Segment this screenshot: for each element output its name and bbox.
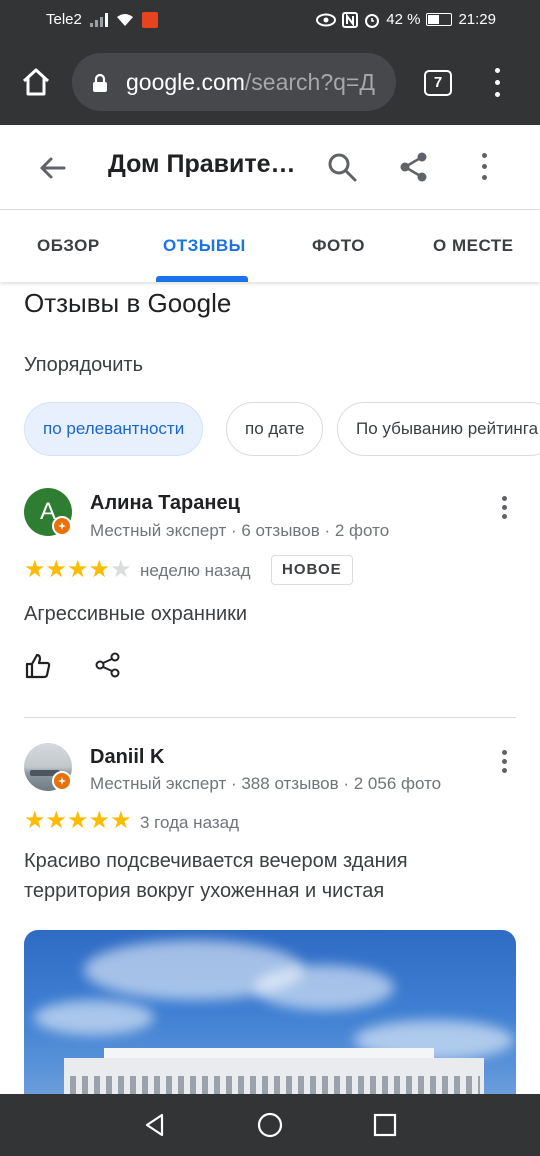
building-windows bbox=[70, 1076, 480, 1094]
tab-switcher-button[interactable]: 7 bbox=[424, 70, 452, 96]
page-title: Дом Правите… bbox=[108, 150, 296, 178]
status-bar: Tele2 42 % 21:29 bbox=[0, 0, 540, 40]
share-icon[interactable] bbox=[95, 652, 121, 678]
system-nav-bar bbox=[0, 1094, 540, 1156]
reviewer-meta: Местный эксперт · 6 отзывов · 2 фото bbox=[90, 521, 390, 540]
notification-icon bbox=[141, 11, 158, 28]
sort-label: Упорядочить bbox=[24, 354, 144, 376]
review-text: Агрессивные охранники bbox=[24, 603, 248, 625]
wifi-icon bbox=[116, 13, 133, 26]
local-guide-badge-icon bbox=[52, 516, 72, 536]
review-more-icon[interactable] bbox=[496, 750, 512, 780]
battery-percent: 42 % bbox=[386, 11, 421, 28]
nav-home-icon[interactable] bbox=[257, 1112, 283, 1138]
review-date: неделю назад bbox=[140, 561, 251, 580]
reviewer-name[interactable]: Daniil K bbox=[90, 746, 164, 769]
local-guide-badge-icon bbox=[52, 771, 72, 791]
lock-icon bbox=[93, 73, 107, 92]
more-vert-icon[interactable] bbox=[476, 151, 492, 183]
divider bbox=[24, 717, 516, 718]
active-tab-indicator bbox=[156, 276, 248, 282]
new-badge: НОВОЕ bbox=[271, 555, 353, 585]
star-rating: ★★★★★ bbox=[24, 807, 132, 834]
nfc-icon bbox=[342, 11, 359, 28]
review-date: 3 года назад bbox=[140, 813, 240, 832]
chip-relevance[interactable]: по релевантности bbox=[24, 402, 204, 456]
carrier-label: Tele2 bbox=[46, 11, 82, 28]
reviewer-meta: Местный эксперт · 388 отзывов · 2 056 фо… bbox=[90, 774, 442, 793]
browser-menu-icon[interactable] bbox=[490, 68, 506, 98]
tab-overview[interactable]: ОБЗОР bbox=[37, 236, 100, 256]
tab-bar: ОБЗОР ОТЗЫВЫ ФОТО О МЕСТЕ bbox=[0, 210, 540, 282]
nav-recents-icon[interactable] bbox=[372, 1112, 398, 1138]
tab-reviews[interactable]: ОТЗЫВЫ bbox=[163, 236, 246, 256]
tab-about[interactable]: О МЕСТЕ bbox=[433, 236, 514, 256]
share-icon[interactable] bbox=[398, 151, 430, 183]
chip-rating-desc[interactable]: По убыванию рейтинга bbox=[337, 402, 540, 456]
review-more-icon[interactable] bbox=[496, 496, 512, 526]
place-header: Дом Правите… bbox=[0, 125, 540, 210]
chip-date[interactable]: по дате bbox=[226, 402, 324, 456]
signal-icon bbox=[89, 12, 108, 27]
reviews-content: Отзывы в Google Упорядочить по релевантн… bbox=[0, 282, 540, 1094]
search-icon[interactable] bbox=[326, 151, 358, 183]
reviewer-name[interactable]: Алина Таранец bbox=[90, 492, 240, 515]
section-title: Отзывы в Google bbox=[24, 288, 232, 318]
review-photo[interactable] bbox=[24, 930, 516, 1094]
eye-icon bbox=[316, 13, 337, 26]
star-rating: ★★★★★ bbox=[24, 556, 132, 583]
browser-toolbar: google.com/search?q=Д 7 bbox=[0, 40, 540, 125]
nav-back-icon[interactable] bbox=[142, 1112, 168, 1138]
review-text-line: Красиво подсвечивается вечером здания bbox=[24, 850, 408, 872]
home-icon[interactable] bbox=[18, 64, 54, 100]
review-text: Красиво подсвечивается вечером здания те… bbox=[24, 846, 514, 906]
review-text-line: территория вокруг ухоженная и чистая bbox=[24, 880, 385, 902]
back-arrow-icon[interactable] bbox=[36, 151, 70, 185]
url-text: google.com/search?q=Д bbox=[126, 69, 375, 95]
battery-icon bbox=[426, 13, 453, 26]
tab-photos[interactable]: ФОТО bbox=[312, 236, 365, 256]
clock: 21:29 bbox=[458, 11, 496, 28]
alarm-icon bbox=[365, 13, 380, 28]
address-bar[interactable]: google.com/search?q=Д bbox=[72, 53, 396, 111]
thumb-up-icon[interactable] bbox=[24, 652, 52, 680]
